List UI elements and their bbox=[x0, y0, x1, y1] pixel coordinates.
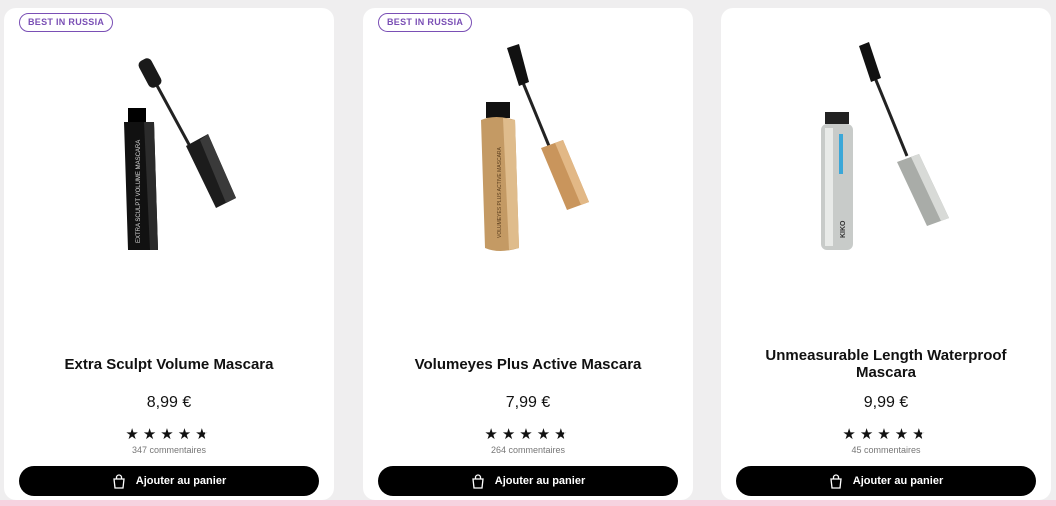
add-to-cart-button[interactable]: Ajouter au panier bbox=[19, 466, 319, 496]
star-icon: ★ bbox=[142, 426, 161, 443]
rating-stars: ★★★★★ bbox=[363, 426, 693, 444]
add-to-cart-label: Ajouter au panier bbox=[852, 475, 944, 487]
rating-stars: ★★★★★ bbox=[721, 426, 1051, 444]
tube-label: EXTRA SCULPT VOLUME MASCARA bbox=[136, 140, 142, 243]
star-icon: ★ bbox=[484, 426, 502, 443]
half-star-icon: ★ bbox=[912, 426, 930, 443]
review-count[interactable]: 347 commentaires bbox=[4, 445, 334, 455]
product-title[interactable]: Volumeyes Plus Active Mascara bbox=[383, 344, 673, 384]
product-title[interactable]: Unmeasurable Length Waterproof Mascara bbox=[741, 344, 1031, 384]
best-seller-badge: BEST IN RUSSIA bbox=[19, 13, 114, 32]
black-mascara-image[interactable]: EXTRA SCULPT VOLUME MASCARA bbox=[4, 38, 334, 268]
star-icon: ★ bbox=[877, 426, 895, 443]
product-title[interactable]: Extra Sculpt Volume Mascara bbox=[24, 344, 314, 384]
rating-stars: ★★★★★ bbox=[4, 426, 334, 444]
half-star-icon: ★ bbox=[195, 426, 213, 443]
product-card[interactable]: BEST IN RUSSIA EXTRA SCULPT VOLUME MASCA… bbox=[4, 8, 334, 500]
product-price: 8,99 € bbox=[146, 394, 192, 411]
shopping-bag-icon bbox=[830, 473, 842, 489]
shopping-bag-icon bbox=[113, 473, 125, 489]
star-icon: ★ bbox=[842, 426, 860, 443]
best-seller-badge: BEST IN RUSSIA bbox=[378, 13, 473, 32]
silver-mascara-image[interactable]: KIKO bbox=[721, 38, 1051, 268]
add-to-cart-button[interactable]: Ajouter au panier bbox=[378, 466, 678, 496]
product-price: 9,99 € bbox=[863, 394, 909, 411]
star-icon: ★ bbox=[501, 426, 520, 443]
footer-accent-strip bbox=[0, 500, 1056, 506]
product-card[interactable]: BEST IN RUSSIA VOLUMEYES PLUS ACTIVE MAS… bbox=[363, 8, 693, 500]
tube-label: KIKO bbox=[840, 220, 847, 238]
add-to-cart-button[interactable]: Ajouter au panier bbox=[736, 466, 1036, 496]
shopping-bag-icon bbox=[472, 473, 484, 489]
product-price: 7,99 € bbox=[505, 394, 551, 411]
star-icon: ★ bbox=[519, 426, 537, 443]
star-icon: ★ bbox=[894, 426, 913, 443]
star-icon: ★ bbox=[125, 426, 143, 443]
add-to-cart-label: Ajouter au panier bbox=[494, 475, 586, 487]
star-icon: ★ bbox=[177, 426, 196, 443]
review-count[interactable]: 45 commentaires bbox=[721, 445, 1051, 455]
tube-label: VOLUMEYES PLUS ACTIVE MASCARA bbox=[497, 146, 503, 238]
gold-mascara-image[interactable]: VOLUMEYES PLUS ACTIVE MASCARA bbox=[363, 38, 693, 268]
star-icon: ★ bbox=[859, 426, 878, 443]
star-icon: ★ bbox=[160, 426, 178, 443]
product-card[interactable]: KIKO Unmeasurable Length Waterproof Masc… bbox=[721, 8, 1051, 500]
add-to-cart-label: Ajouter au panier bbox=[135, 475, 227, 487]
star-icon: ★ bbox=[536, 426, 555, 443]
half-star-icon: ★ bbox=[554, 426, 572, 443]
review-count[interactable]: 264 commentaires bbox=[363, 445, 693, 455]
